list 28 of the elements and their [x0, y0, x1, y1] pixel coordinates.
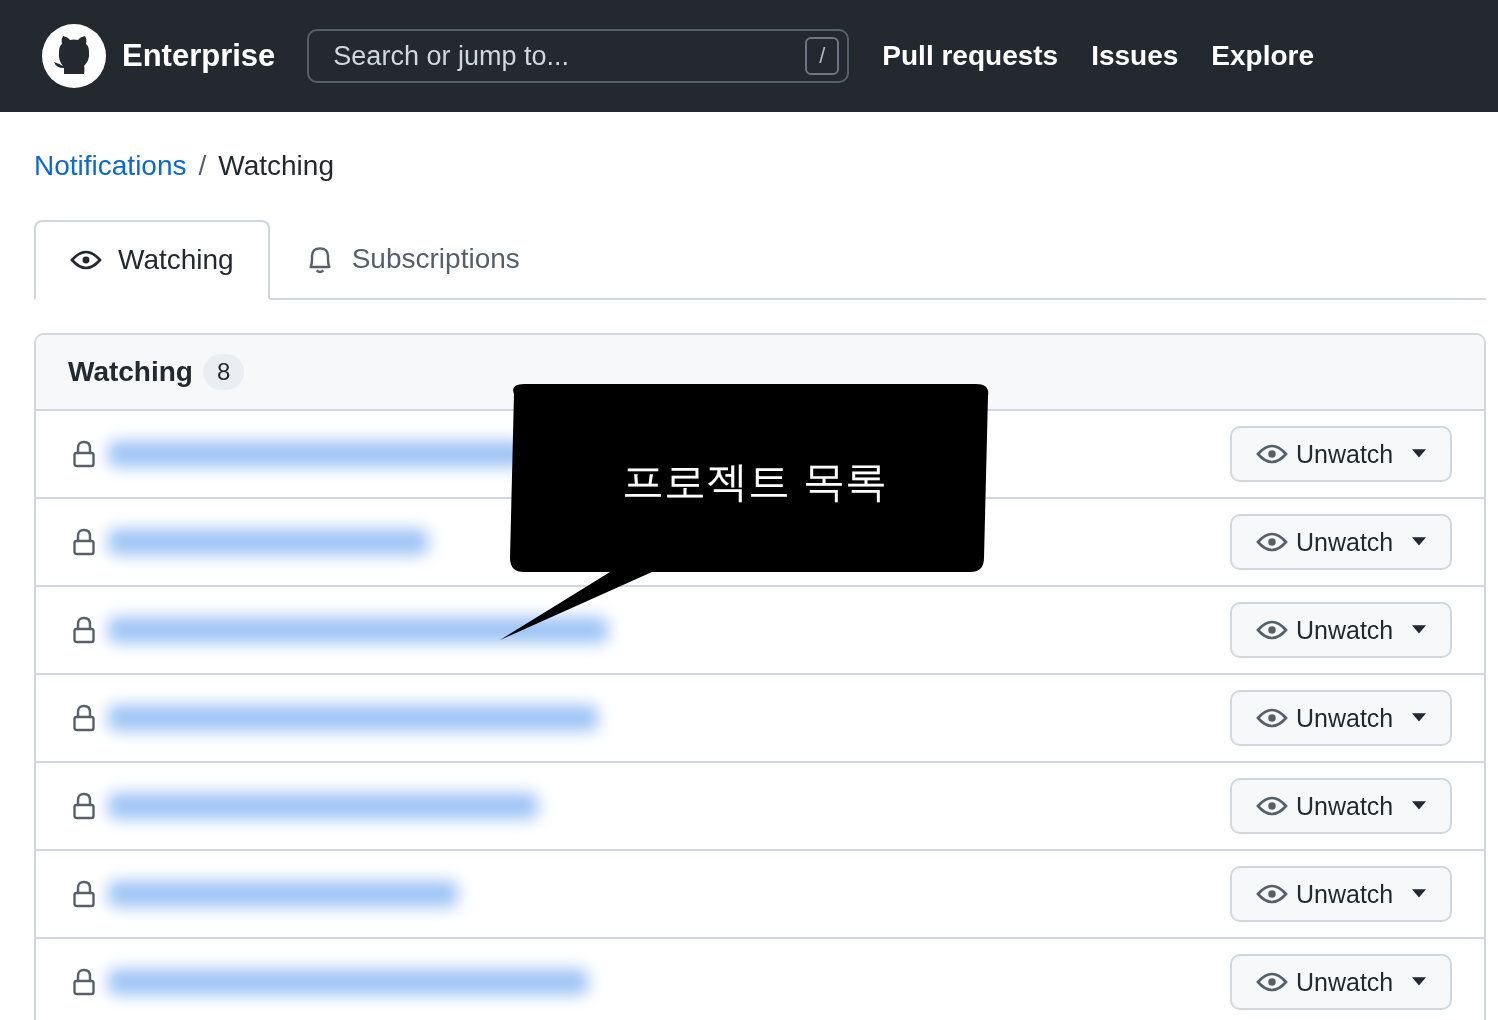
unwatch-button[interactable]: Unwatch	[1230, 690, 1452, 746]
panel-title: Watching	[68, 356, 193, 388]
caret-icon	[1412, 625, 1426, 635]
caret-icon	[1412, 537, 1426, 547]
tab[interactable]: Watching	[34, 220, 270, 300]
unwatch-button[interactable]: Unwatch	[1230, 866, 1452, 922]
unwatch-button[interactable]: Unwatch	[1230, 602, 1452, 658]
nav-link[interactable]: Issues	[1091, 40, 1179, 72]
nav-link[interactable]: Pull requests	[882, 40, 1059, 72]
breadcrumb-separator: /	[198, 150, 207, 182]
nav-link[interactable]: Explore	[1211, 40, 1315, 72]
count-badge: 8	[202, 354, 245, 390]
caret-icon	[1412, 449, 1426, 459]
unwatch-button[interactable]: Unwatch	[1230, 954, 1452, 1010]
caret-icon	[1412, 713, 1426, 723]
shortcut-key: /	[805, 37, 840, 75]
caret-icon	[1412, 801, 1426, 811]
breadcrumb-link[interactable]: Notifications	[34, 150, 187, 182]
unwatch-button[interactable]: Unwatch	[1230, 426, 1452, 482]
callout-text: 프로젝트 목록	[622, 456, 888, 508]
unwatch-button[interactable]: Unwatch	[1230, 778, 1452, 834]
caret-icon	[1412, 977, 1426, 987]
brand-name: Enterprise	[122, 38, 276, 74]
breadcrumb-current: Watching	[218, 150, 334, 182]
unwatch-button[interactable]: Unwatch	[1230, 514, 1452, 570]
tab[interactable]: Subscriptions	[269, 220, 554, 300]
caret-icon	[1412, 889, 1426, 899]
octocat-logo-icon[interactable]	[42, 24, 106, 88]
